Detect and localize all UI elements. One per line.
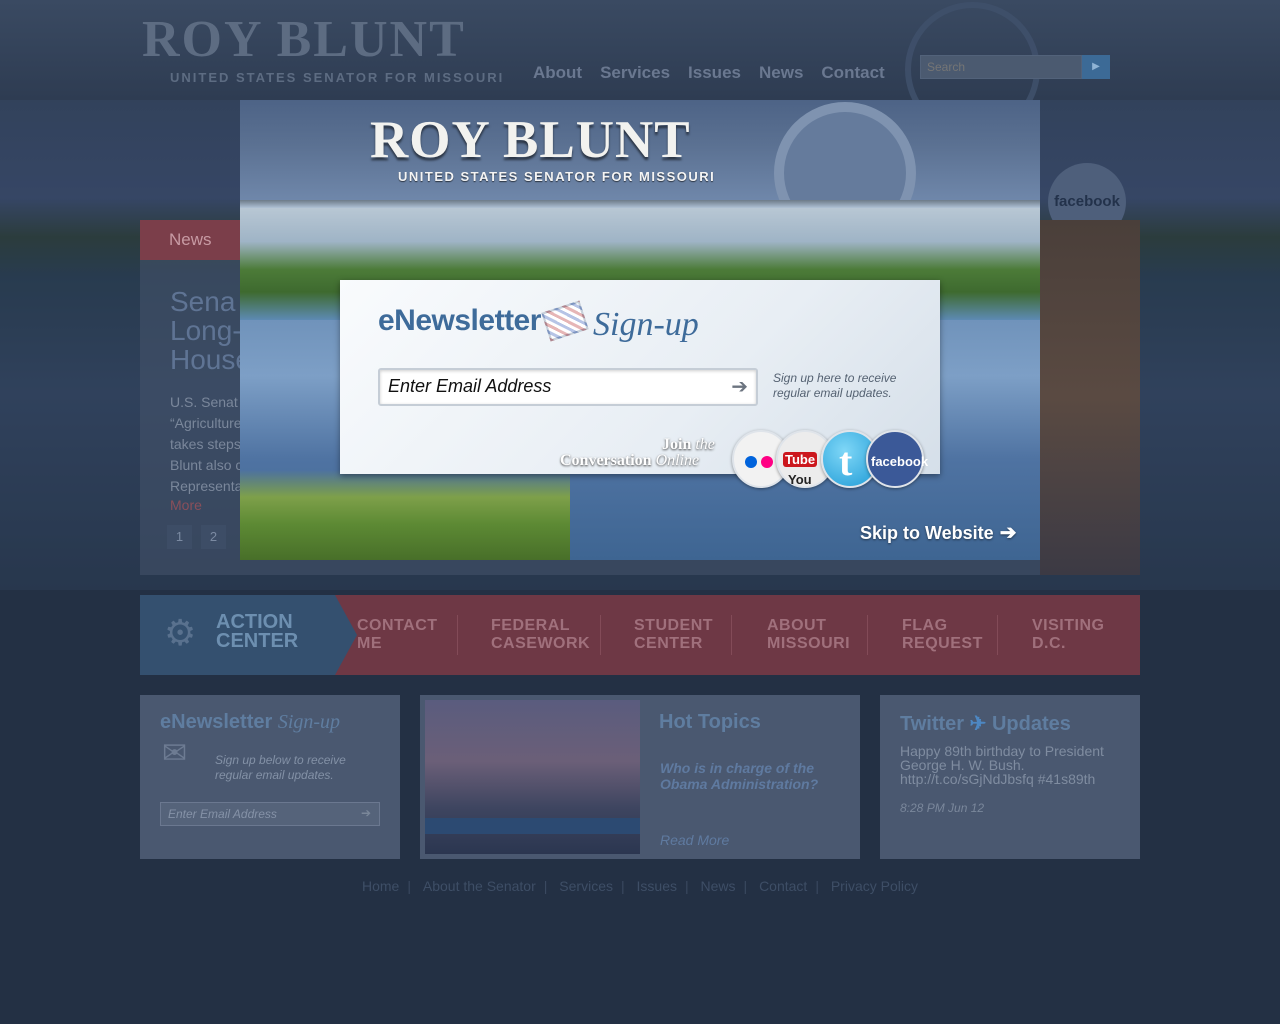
join-heading-line2: Conversation Online (560, 452, 699, 470)
youtube-tube: Tube (783, 452, 818, 467)
join-word-italic: Online (655, 452, 700, 469)
email-input-placeholder: Enter Email Address (388, 376, 552, 396)
modal-landscape-grass (240, 470, 570, 560)
facebook-icon[interactable]: facebook (866, 430, 928, 488)
modal-banner: ROY BLUNT UNITED STATES SENATOR FOR MISS… (240, 100, 1040, 208)
newsletter-modal: ROY BLUNT UNITED STATES SENATOR FOR MISS… (240, 100, 1040, 560)
twitter-glyph: t (839, 439, 853, 484)
skip-label: Skip to Website (860, 523, 994, 543)
modal-logo: ROY BLUNT (370, 111, 691, 169)
modal-logo-subtitle: UNITED STATES SENATOR FOR MISSOURI (398, 169, 716, 184)
signup-title: eNewsletter (378, 304, 541, 337)
envelope-icon (541, 300, 589, 342)
signup-card: eNewsletter Sign-up Enter Email Address … (340, 280, 940, 488)
youtube-you: You (788, 472, 812, 487)
missouri-seal-icon (772, 100, 920, 200)
facebook-wordmark: facebook (871, 454, 929, 469)
arrow-right-icon: ➔ (999, 522, 1017, 544)
youtube-wordmark: You Tube (783, 452, 818, 487)
join-word-italic: the (695, 436, 715, 453)
signup-note: Sign up here to receive regular email up… (773, 371, 897, 400)
signup-title-script: Sign-up (593, 306, 699, 343)
arrow-right-icon[interactable]: ➔ (731, 374, 748, 399)
join-word: Conversation (560, 452, 652, 469)
join-word: Join (662, 436, 692, 453)
newsletter-modal-overlay: ROY BLUNT UNITED STATES SENATOR FOR MISS… (0, 0, 1280, 1024)
skip-to-website-link[interactable]: Skip to Website ➔ (860, 520, 1016, 545)
email-input[interactable]: Enter Email Address ➔ (378, 368, 758, 406)
